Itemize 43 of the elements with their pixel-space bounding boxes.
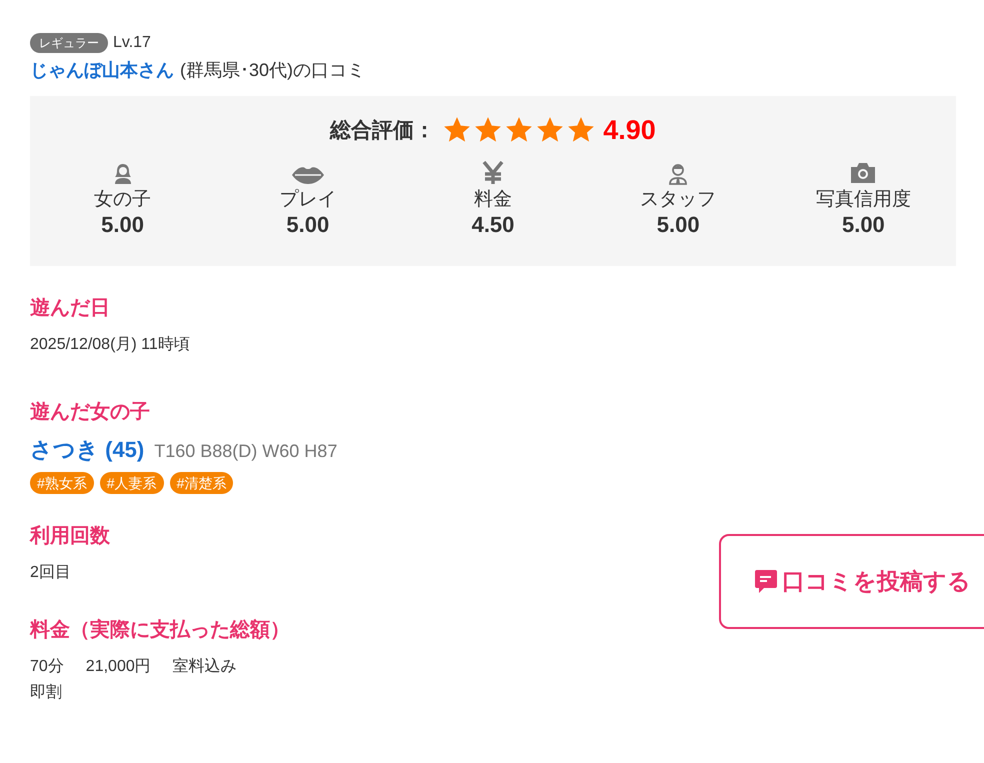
category-score: 5.00 — [101, 211, 144, 239]
overall-score: 4.90 — [603, 114, 656, 147]
category-score: 5.00 — [842, 211, 885, 239]
usage-count-text: 2回目 — [30, 563, 71, 583]
measurements-text: T160 B88(D) W60 H87 — [154, 440, 338, 463]
post-review-button[interactable]: 口コミを投稿する — [719, 534, 984, 629]
camera-icon — [849, 160, 878, 184]
woman-icon — [112, 162, 133, 184]
rank-badge: レギュラー — [30, 33, 108, 53]
reviewer-profile: (群馬県･30代)の口コミ — [180, 59, 366, 82]
section-heading: 遊んだ日 — [30, 296, 110, 321]
price-item: 室料込み — [172, 656, 237, 677]
lips-icon — [290, 164, 325, 184]
star-icon — [474, 116, 502, 144]
star-icon — [505, 116, 534, 144]
section-heading: 利用回数 — [30, 524, 110, 549]
star-icon — [567, 116, 596, 144]
section-heading: 遊んだ女の子 — [30, 400, 150, 425]
overall-label: 総合評価： — [330, 118, 436, 144]
category-label: プレイ — [279, 188, 336, 212]
reviewer-name-link[interactable]: じゃんぼ山本さん — [30, 57, 174, 84]
category-score: 4.50 — [472, 211, 514, 239]
tag[interactable]: #熟女系 — [30, 472, 94, 494]
man-icon — [668, 162, 688, 184]
star-icon — [536, 116, 564, 144]
discount-text: 即割 — [30, 682, 62, 703]
tag[interactable]: #清楚系 — [170, 472, 234, 494]
category-label: 料金 — [474, 188, 512, 212]
speech-bubble-icon — [754, 568, 778, 594]
tag[interactable]: #人妻系 — [100, 472, 164, 494]
price-item: 21,000円 — [86, 657, 151, 677]
price-item: 70分 — [30, 657, 64, 677]
star-icon — [443, 116, 472, 144]
category-score: 5.00 — [656, 211, 700, 239]
category-label: 写真信用度 — [816, 188, 911, 212]
visit-date-text: 2025/12/08(月) 11時頃 — [30, 334, 190, 355]
category-label: 女の子 — [94, 188, 152, 212]
category-score: 5.00 — [286, 211, 330, 239]
category-label: スタッフ — [640, 188, 716, 212]
girl-name-link[interactable]: さつき (45) — [30, 433, 144, 466]
section-heading: 料金（実際に支払った総額） — [30, 618, 290, 643]
level-text: Lv.17 — [113, 33, 151, 53]
yen-icon — [480, 160, 505, 184]
